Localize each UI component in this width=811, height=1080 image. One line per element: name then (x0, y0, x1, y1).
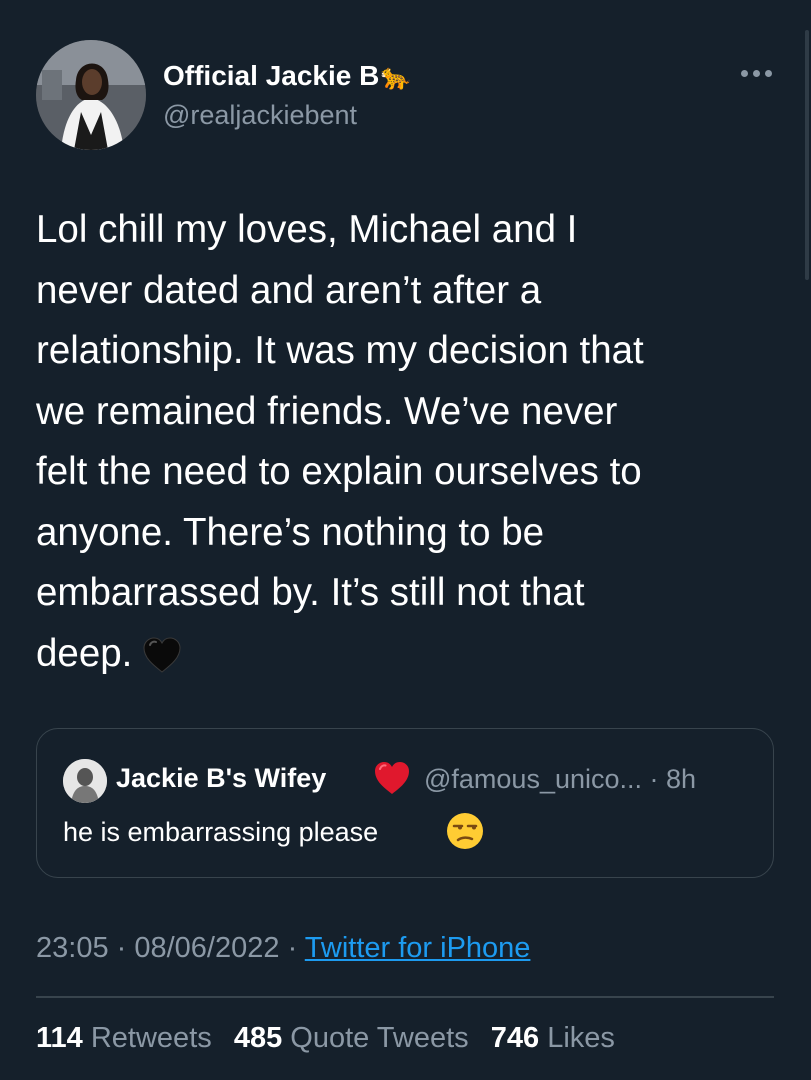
retweets-count: 114 (36, 1022, 83, 1054)
red-heart-icon (375, 762, 409, 794)
tweet-time: 23:05 (36, 932, 109, 964)
retweets-stat[interactable]: 114 Retweets (36, 1022, 212, 1054)
quoted-tweet-card[interactable]: Jackie B's Wifey @famous_unico... · 8h h… (36, 728, 774, 878)
quoted-tweet-text: he is embarrassing please (63, 817, 379, 847)
black-heart-icon (143, 636, 181, 673)
quote-tweets-label: Quote Tweets (290, 1022, 469, 1054)
likes-stat[interactable]: 746 Likes (491, 1022, 615, 1054)
avatar-photo (36, 40, 146, 150)
quoted-author-avatar (63, 759, 107, 803)
tweet-text: Lol chill my loves, Michael and I never … (36, 200, 786, 684)
scrollbar[interactable] (805, 30, 809, 280)
meta-separator: · (108, 932, 135, 964)
author-name-text: Official Jackie B (163, 60, 380, 91)
divider (36, 996, 774, 998)
author-handle[interactable]: @realjackiebent (163, 100, 357, 131)
quoted-author-name: Jackie B's Wifey (116, 763, 327, 793)
tweet-source-link[interactable]: Twitter for iPhone (305, 932, 531, 964)
likes-count: 746 (490, 1022, 540, 1054)
quoted-handle-time: @famous_unico... · 8h (424, 764, 697, 794)
leopard-emoji: 🐆 (380, 63, 412, 91)
likes-label: Likes (547, 1022, 615, 1054)
author-display-name[interactable]: Official Jackie B🐆 (163, 60, 411, 92)
meta-separator-2: · (279, 932, 305, 964)
more-horizontal-icon (740, 69, 772, 77)
engagement-stats: 114 Retweets 485 Quote Tweets 746 Likes (36, 1022, 629, 1055)
tweet-meta: 23:05 · 08/06/2022 · Twitter for iPhone (36, 932, 530, 965)
author-avatar[interactable] (36, 40, 146, 150)
quote-tweets-stat[interactable]: 485 Quote Tweets (234, 1022, 469, 1054)
unamused-face-icon (447, 813, 483, 849)
tweet-body: Lol chill my loves, Michael and I never … (36, 208, 644, 675)
retweets-label: Retweets (90, 1022, 212, 1054)
quote-tweets-count: 485 (233, 1022, 283, 1054)
more-options-button[interactable] (734, 58, 778, 88)
tweet-date: 08/06/2022 (134, 932, 280, 964)
